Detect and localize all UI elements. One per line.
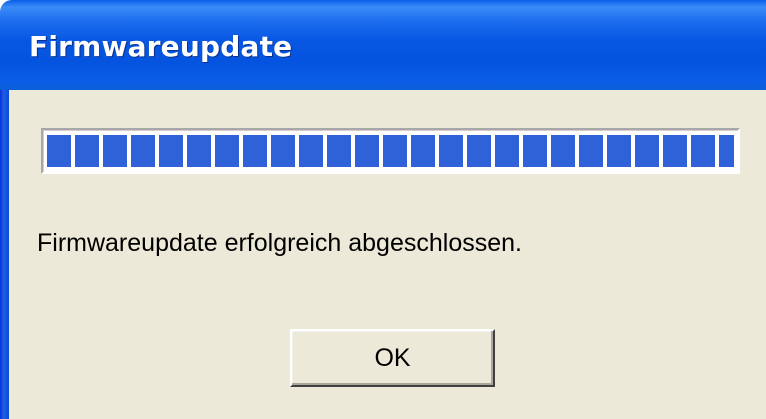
dialog-body: Firmwareupdate erfolgreich abgeschlossen…: [9, 90, 766, 419]
title-bar[interactable]: Firmwareupdate: [0, 0, 766, 90]
progress-track: [47, 135, 734, 167]
window-frame-left: [0, 90, 9, 419]
progress-fill: [47, 135, 734, 167]
ok-button[interactable]: OK: [290, 329, 495, 387]
status-message: Firmwareupdate erfolgreich abgeschlossen…: [37, 229, 522, 257]
window-title: Firmwareupdate: [29, 30, 293, 63]
progress-bar: [41, 128, 740, 174]
firmware-update-dialog: Firmwareupdate Firmwareupdate erfolgreic…: [0, 0, 766, 419]
